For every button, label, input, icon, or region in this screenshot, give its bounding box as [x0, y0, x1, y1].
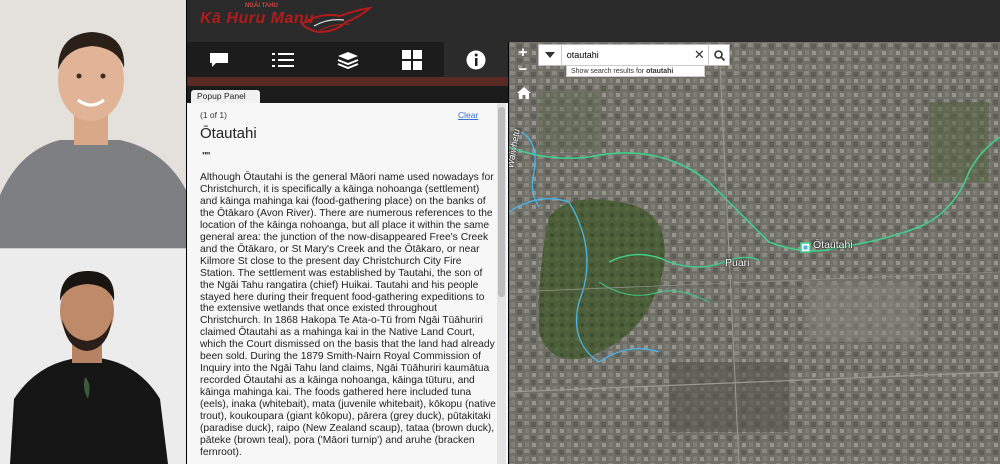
zoom-in-button[interactable]: +	[514, 44, 532, 62]
app-subtitle: NGĀI TAHU	[245, 3, 278, 9]
search-icon	[713, 49, 725, 61]
map-label-puari[interactable]: Puari	[725, 257, 750, 269]
info-icon	[466, 50, 486, 69]
close-icon: ✕	[693, 47, 705, 62]
app-header: NGĀI TAHU Kā Huru Manu	[187, 0, 1000, 42]
chat-bubble-tool-button[interactable]	[187, 42, 251, 77]
popup-description: Although Ōtautahi is the general Māori n…	[200, 172, 496, 458]
list-icon	[272, 52, 295, 67]
webcam-video-participant-2	[0, 249, 186, 464]
search-clear-button[interactable]: ✕	[690, 45, 708, 65]
clear-link[interactable]: Clear	[458, 110, 478, 120]
zoom-out-button[interactable]: −	[514, 61, 532, 79]
participant-1-image	[0, 0, 186, 248]
list-tool-button[interactable]	[251, 42, 315, 77]
search-button[interactable]	[708, 45, 729, 65]
panel-toolbar	[187, 42, 509, 77]
result-count: (1 of 1)	[200, 110, 227, 120]
map-label-otautahi[interactable]: Ōtautahi	[813, 239, 853, 251]
map-search-box: ✕	[538, 44, 730, 66]
suggestion-term: otautahi	[646, 68, 674, 75]
popup-content: (1 of 1) Clear Ōtautahi "" Although Ōtau…	[187, 103, 508, 464]
search-suggestion[interactable]: Show search results for otautahi	[566, 65, 705, 77]
panel-accent-strip	[187, 77, 508, 86]
map-view[interactable]: + − ✕ Show search results for otautahi Ō…	[509, 42, 1000, 464]
popup-panel: Popup Panel (1 of 1) Clear Ōtautahi "" A…	[187, 86, 508, 464]
search-source-dropdown[interactable]	[539, 45, 562, 65]
participant-2-image	[0, 249, 186, 464]
popup-subtitle-mark: ""	[202, 151, 211, 162]
grid-tool-button[interactable]	[380, 42, 444, 77]
popup-scrollbar[interactable]	[497, 103, 506, 464]
app-logo-bird-icon	[300, 6, 372, 34]
chat-bubble-icon	[210, 52, 229, 67]
layers-icon	[337, 51, 358, 69]
suggestion-prefix: Show search results for	[571, 68, 647, 75]
info-tool-button[interactable]	[443, 42, 509, 77]
side-panel: Popup Panel (1 of 1) Clear Ōtautahi "" A…	[187, 42, 509, 464]
layers-tool-button[interactable]	[315, 42, 379, 77]
popup-title: Ōtautahi	[200, 125, 257, 142]
home-button-icon[interactable]	[516, 86, 532, 100]
grid-icon	[401, 49, 422, 70]
popup-panel-tab[interactable]: Popup Panel	[191, 90, 260, 103]
satellite-basemap	[509, 42, 1000, 464]
webcam-video-participant-1	[0, 0, 186, 248]
search-input[interactable]	[561, 45, 691, 65]
app-title: Kā Huru Manu	[200, 10, 315, 27]
chevron-down-icon	[544, 52, 555, 58]
popup-scrollbar-thumb[interactable]	[498, 107, 505, 297]
